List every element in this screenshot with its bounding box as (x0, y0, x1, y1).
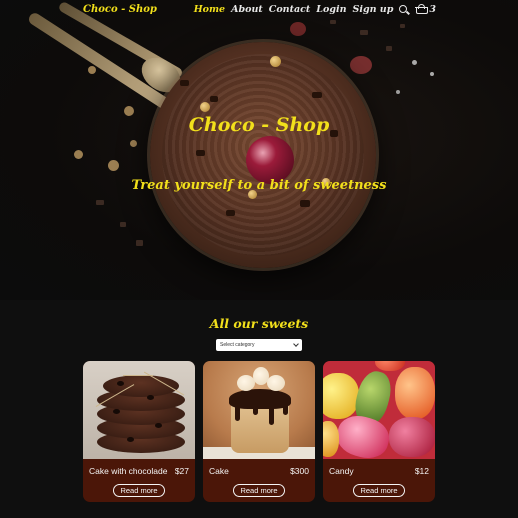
decor (127, 437, 134, 442)
hero-banner (0, 0, 518, 300)
decor (400, 24, 405, 28)
decor (200, 102, 210, 112)
read-more-button[interactable]: Read more (113, 484, 165, 497)
decor (120, 222, 126, 227)
product-image (203, 361, 315, 459)
decor (117, 381, 124, 386)
nav-link-login[interactable]: Login (316, 4, 346, 15)
decor (180, 80, 189, 86)
product-image (83, 361, 195, 459)
category-select-value: Select category (220, 342, 255, 348)
decor (283, 403, 288, 415)
decor (123, 375, 153, 377)
brand-logo[interactable]: Choco - Shop (83, 4, 157, 15)
product-name: Cake (209, 466, 229, 476)
decor (350, 56, 372, 74)
decor (235, 405, 240, 421)
decor (96, 200, 104, 205)
decor (270, 56, 281, 67)
decor (323, 373, 359, 419)
chevron-down-icon (293, 341, 299, 347)
decor (269, 405, 274, 425)
decor (430, 72, 434, 76)
read-more-button[interactable]: Read more (353, 484, 405, 497)
product-price: $27 (174, 466, 189, 476)
decor (226, 210, 235, 216)
hero-subtitle: Treat yourself to a bit of sweetness (131, 178, 387, 193)
decor (113, 409, 120, 414)
decor (74, 150, 83, 159)
decor (323, 421, 339, 457)
decor (375, 361, 405, 371)
product-name: Candy (329, 466, 354, 476)
read-more-button[interactable]: Read more (233, 484, 285, 497)
hero-title: Choco - Shop (188, 114, 330, 136)
product-price: $300 (290, 466, 309, 476)
decor (312, 92, 322, 98)
nav-link-about[interactable]: About (231, 4, 263, 15)
decor (360, 30, 368, 35)
nav-link-signup[interactable]: Sign up (352, 4, 393, 15)
decor (412, 60, 417, 65)
product-image (323, 361, 435, 459)
decor (136, 240, 143, 246)
decor (88, 66, 96, 74)
decor (290, 22, 306, 36)
search-icon[interactable] (399, 4, 411, 15)
decor (108, 160, 119, 171)
decor (396, 90, 400, 94)
nav-link-contact[interactable]: Contact (269, 4, 311, 15)
section-title: All our sweets (209, 316, 309, 331)
decor (253, 405, 258, 415)
cart-count: 3 (429, 4, 436, 15)
product-price: $12 (414, 466, 429, 476)
cherry-image (246, 136, 294, 184)
decor (330, 20, 336, 24)
category-select[interactable]: Select category (216, 339, 302, 351)
decor (130, 140, 137, 147)
decor (210, 96, 218, 102)
decor (395, 367, 435, 419)
main-nav: Home About Contact Login Sign up 3 (194, 3, 436, 15)
decor (267, 375, 285, 391)
nav-link-home[interactable]: Home (194, 4, 225, 15)
decor (196, 150, 205, 156)
product-card: Candy $12 Read more (323, 361, 435, 502)
decor (147, 395, 154, 400)
product-name: Cake with chocolade (89, 466, 168, 476)
decor (155, 423, 162, 428)
decor (300, 200, 310, 207)
decor (389, 417, 435, 457)
decor (386, 46, 392, 51)
basket-icon (415, 3, 429, 15)
product-card: Cake with chocolade $27 Read more (83, 361, 195, 502)
product-card: Cake $300 Read more (203, 361, 315, 502)
cart-button[interactable]: 3 (415, 3, 436, 15)
